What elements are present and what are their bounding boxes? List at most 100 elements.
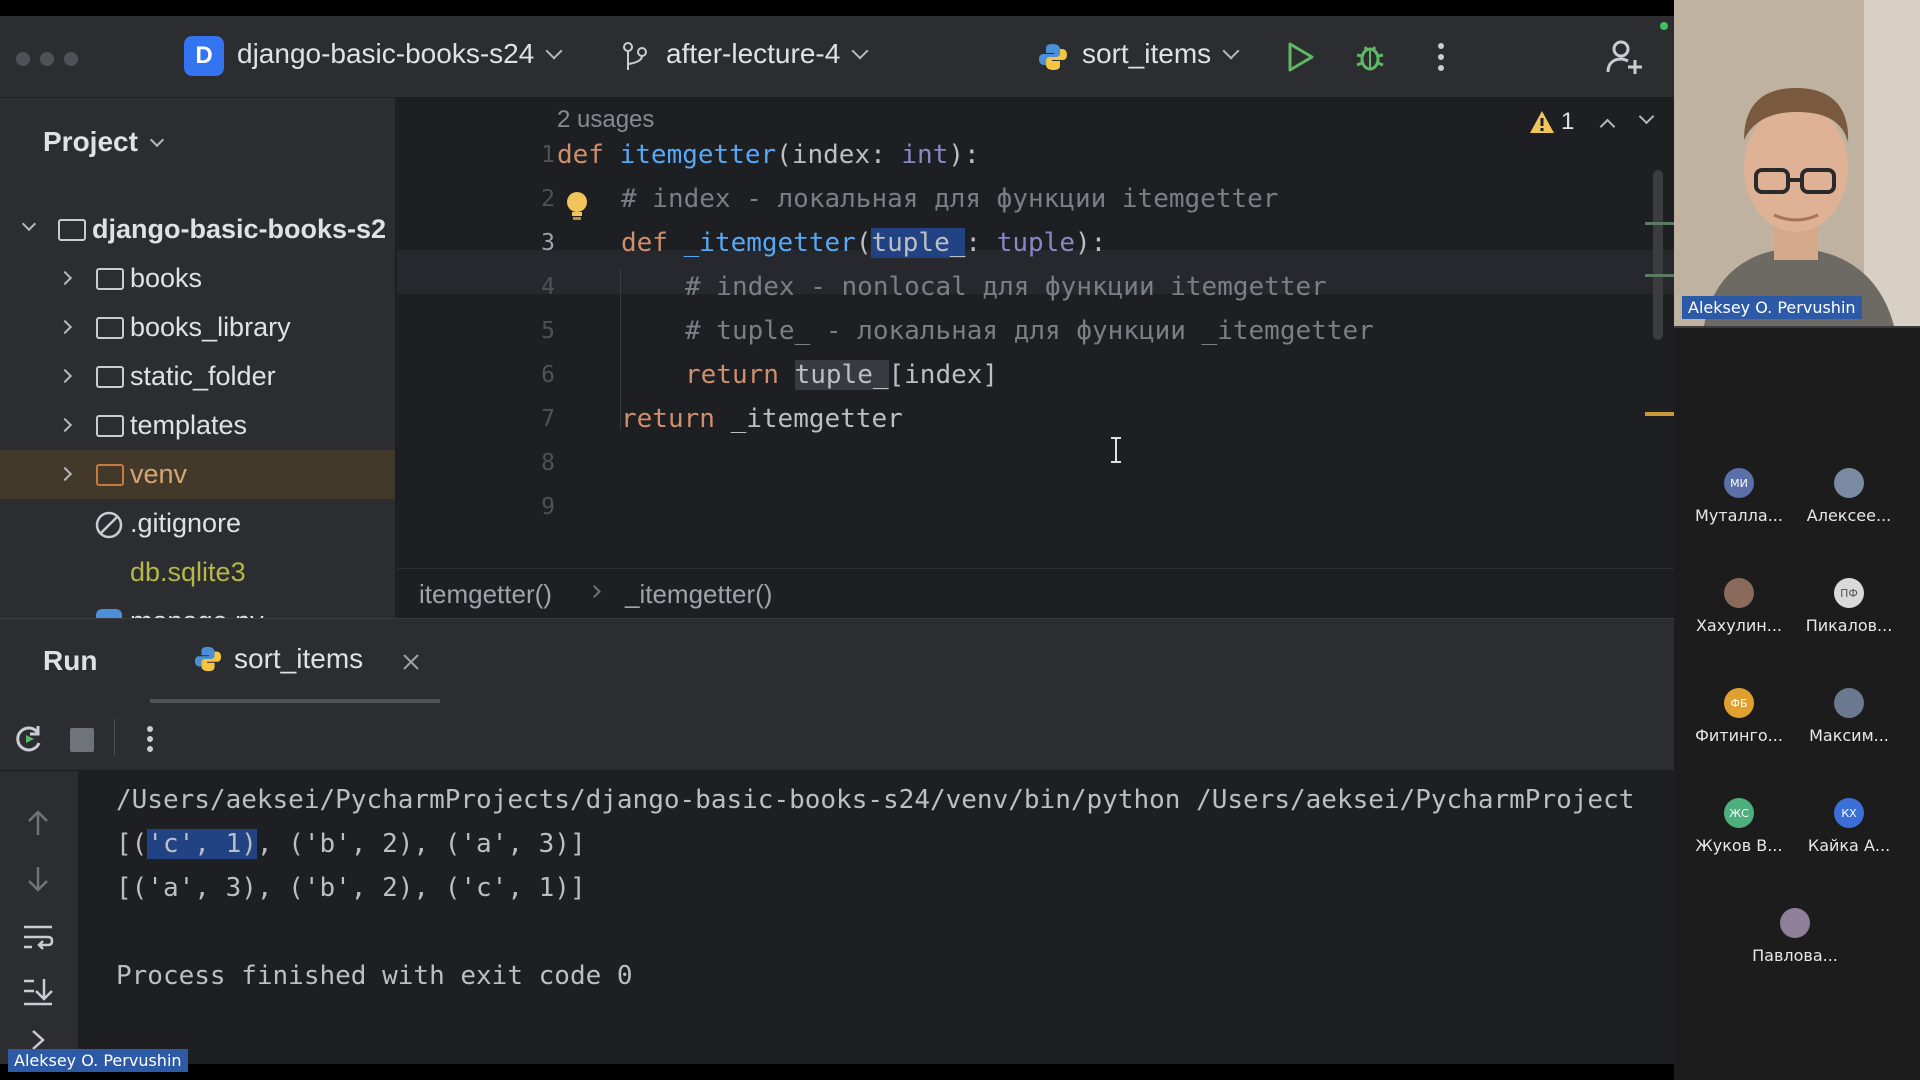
folder-icon [96, 366, 124, 388]
project-switcher[interactable]: django-basic-books-s24 [237, 38, 563, 70]
chevron-down-icon [21, 216, 37, 232]
tree-item-static-folder[interactable]: static_folder [0, 352, 395, 401]
selected-text: 'c', 1) [147, 829, 257, 859]
arrow-down-icon[interactable] [26, 865, 50, 893]
line-number: 3 [541, 230, 555, 256]
run-config-switcher[interactable]: sort_items [1082, 38, 1240, 70]
project-badge-icon: D [184, 36, 224, 76]
speaker-portrait [1674, 0, 1920, 326]
chevron-down-icon [545, 42, 563, 60]
more-options-icon[interactable] [146, 725, 154, 753]
participant-name: Кайка А... [1807, 836, 1891, 855]
window-controls[interactable] [16, 52, 78, 66]
change-marker [1645, 274, 1674, 277]
run-panel-title: Run [43, 645, 98, 676]
tree-item-label: books_library [130, 312, 291, 342]
tree-item-venv[interactable]: venv [0, 450, 395, 499]
inspection-widget[interactable]: 1 [1529, 108, 1655, 136]
breadcrumb-item[interactable]: itemgetter() [419, 579, 552, 610]
tree-item-label: templates [130, 410, 248, 440]
tree-item-books-library[interactable]: books_library [0, 303, 395, 352]
participant-name: Жуков В... [1695, 836, 1783, 855]
project-panel: Project django-basic-books-s2 books book… [0, 98, 396, 618]
folder-icon [96, 415, 124, 437]
scroll-to-end-icon[interactable] [22, 977, 54, 1007]
run-tab-bar: Run sort_items [0, 619, 1674, 703]
code-editor[interactable]: 2 usages 1 1 2 3 4 5 6 7 8 9 def itemget… [397, 98, 1674, 568]
participant-tile[interactable]: Алексее... [1794, 468, 1904, 525]
participant-name: Максим... [1809, 726, 1889, 745]
line-number: 7 [541, 406, 555, 432]
speaker-video: Aleksey O. Pervushin [1674, 0, 1920, 326]
warning-count: 1 [1561, 108, 1575, 135]
lightbulb-icon[interactable] [565, 191, 589, 221]
chevron-down-icon[interactable] [1639, 108, 1655, 124]
project-panel-title[interactable]: Project [43, 126, 165, 158]
participant-tile[interactable]: Павлова... [1740, 908, 1850, 965]
arrow-up-icon[interactable] [26, 809, 50, 837]
chevron-right-icon [57, 319, 73, 335]
run-side-toolbar [0, 771, 78, 1064]
chevron-right-icon [57, 270, 73, 286]
branch-switcher[interactable]: after-lecture-4 [666, 38, 869, 70]
package-folder-icon [96, 268, 124, 290]
chevron-up-icon[interactable] [1600, 118, 1616, 134]
tree-item-label: manage.py [130, 606, 264, 618]
line-number: 9 [541, 494, 555, 520]
python-file-icon [96, 609, 122, 618]
rerun-icon[interactable] [12, 723, 44, 755]
selected-text: tuple_ [871, 228, 966, 258]
tab-sort-items[interactable]: sort_items [194, 643, 363, 675]
main-toolbar: D django-basic-books-s24 after-lecture-4… [0, 16, 1674, 98]
participant-tile[interactable]: ЖС Жуков В... [1684, 798, 1794, 855]
chevron-right-icon[interactable] [30, 1029, 46, 1051]
avatar: ПФ [1834, 578, 1864, 608]
console-output-line: [('c', 1), ('b', 2), ('a', 3)] [116, 829, 586, 859]
participant-tile[interactable]: МИ Муталла... [1684, 468, 1794, 525]
line-number: 2 [541, 186, 555, 212]
code-line-7: return _itemgetter [621, 404, 903, 434]
chevron-right-icon [57, 417, 73, 433]
participant-tile[interactable]: ПФ Пикалов... [1794, 578, 1904, 635]
project-name: django-basic-books-s24 [237, 38, 535, 69]
tree-item-db-sqlite3[interactable]: db.sqlite3 [0, 548, 395, 597]
console-exit-message: Process finished with exit code 0 [116, 961, 633, 991]
tree-item-label: venv [130, 459, 188, 489]
tree-item-label: .gitignore [130, 508, 242, 538]
more-options-icon[interactable] [1424, 16, 1458, 98]
participant-tile[interactable]: Хахулин... [1684, 578, 1794, 635]
code-line-1: def itemgetter(index: int): [557, 140, 980, 170]
participant-tile[interactable]: Максим... [1794, 688, 1904, 745]
line-number: 5 [541, 318, 555, 344]
participant-tile[interactable]: КХ Кайка А... [1794, 798, 1904, 855]
editor-scrollbar[interactable] [1653, 170, 1663, 340]
line-number: 1 [541, 142, 555, 168]
tree-root[interactable]: django-basic-books-s2 [0, 205, 395, 254]
tree-item-books[interactable]: books [0, 254, 395, 303]
tree-item-manage-py[interactable]: manage.py [0, 597, 395, 618]
folder-icon [96, 464, 124, 486]
usages-hint[interactable]: 2 usages [557, 106, 654, 134]
avatar [1724, 578, 1754, 608]
panel-divider [1674, 326, 1920, 328]
tree-item-templates[interactable]: templates [0, 401, 395, 450]
close-icon[interactable] [402, 653, 420, 671]
soft-wrap-icon[interactable] [22, 923, 54, 951]
run-panel: Run sort_items /Users/aeksei/PycharmProj… [0, 618, 1674, 1064]
chevron-down-icon [1222, 42, 1240, 60]
add-user-icon[interactable] [1604, 16, 1644, 98]
avatar: МИ [1724, 468, 1754, 498]
code-line-3: def _itemgetter(tuple_: tuple): [621, 228, 1107, 258]
chevron-down-icon [851, 42, 869, 60]
avatar: ЖС [1724, 798, 1754, 828]
package-folder-icon [96, 317, 124, 339]
code-line-5: # tuple_ - локальная для функции _itemge… [685, 316, 1374, 346]
participant-tile[interactable]: ФБ Фитинго... [1684, 688, 1794, 745]
bug-icon [1356, 46, 1384, 71]
tree-item-label: static_folder [130, 361, 276, 391]
run-button[interactable] [1282, 16, 1318, 98]
stop-icon[interactable] [70, 728, 94, 752]
debug-button[interactable] [1352, 16, 1388, 98]
breadcrumb-item[interactable]: _itemgetter() [625, 579, 772, 610]
tree-item-gitignore[interactable]: .gitignore [0, 499, 395, 548]
